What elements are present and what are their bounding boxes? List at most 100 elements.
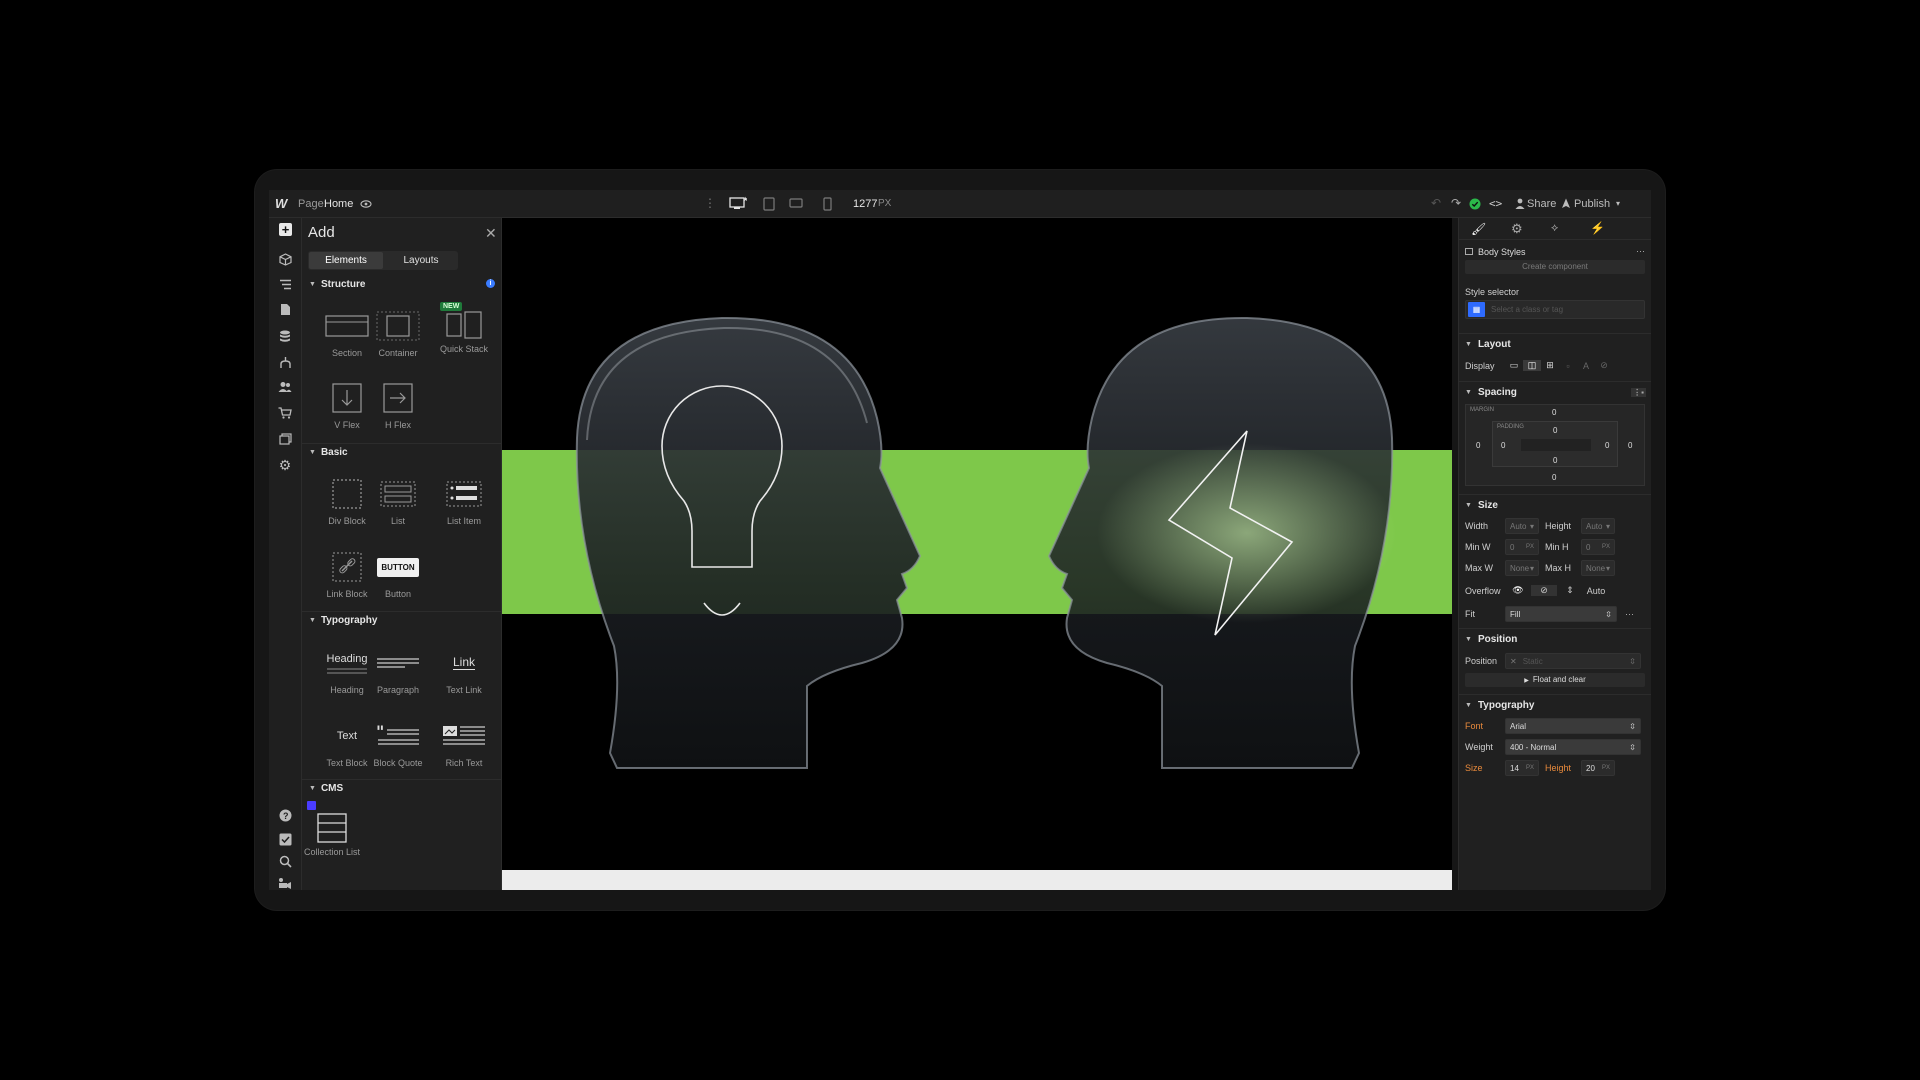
font-size-input[interactable]: 14 PX xyxy=(1505,760,1539,776)
tablet-breakpoint-icon[interactable] xyxy=(763,197,775,211)
size-section-header[interactable]: ▼ Size xyxy=(1459,494,1651,516)
quick-stack-element[interactable]: NEW Quick Stack xyxy=(434,302,494,354)
h-flex-element[interactable]: H Flex xyxy=(368,380,428,430)
list-item-element[interactable]: List Item xyxy=(434,476,494,526)
publish-chevron-down-icon[interactable]: ▾ xyxy=(1616,199,1620,208)
max-w-input[interactable]: None ▾ xyxy=(1505,560,1539,576)
style-manager-icon[interactable]: ⟡ xyxy=(1551,222,1558,235)
max-h-input[interactable]: None ▾ xyxy=(1581,560,1615,576)
position-select[interactable]: ✕ Static ⇳ xyxy=(1505,653,1641,669)
layout-section-header[interactable]: ▼ Layout xyxy=(1459,333,1651,355)
min-h-input[interactable]: 0 PX xyxy=(1581,539,1615,555)
padding-top-value[interactable]: 0 xyxy=(1553,426,1557,435)
padding-bottom-value[interactable]: 0 xyxy=(1553,456,1557,465)
structure-section-header[interactable]: ▼ Structure i xyxy=(302,275,501,293)
cms-section-header[interactable]: ▼ CMS xyxy=(302,779,501,797)
display-inline-block-icon[interactable]: ▫ xyxy=(1559,361,1577,371)
search-icon[interactable] xyxy=(275,851,295,871)
float-and-clear-button[interactable]: ▶ Float and clear xyxy=(1465,673,1645,687)
overflow-auto-button[interactable]: Auto xyxy=(1583,586,1609,596)
text-link-element[interactable]: Link Text Link xyxy=(434,645,494,696)
close-icon[interactable]: ✕ xyxy=(485,225,497,242)
info-icon[interactable]: i xyxy=(486,279,495,288)
desktop-breakpoint-icon[interactable]: ★ xyxy=(729,196,747,210)
height-input[interactable]: Auto ▾ xyxy=(1581,518,1615,534)
style-brush-icon[interactable]: 🖌 xyxy=(1471,222,1486,236)
select-arrows-icon: ⇳ xyxy=(1629,742,1636,752)
users-icon[interactable] xyxy=(275,377,295,397)
preview-eye-icon[interactable] xyxy=(360,198,372,210)
video-tutorials-icon[interactable] xyxy=(275,873,295,893)
settings-gear-icon[interactable]: ⚙ xyxy=(1511,221,1523,237)
cms-database-icon[interactable] xyxy=(275,326,295,346)
canvas-width-value[interactable]: 1277 xyxy=(853,198,877,210)
width-input[interactable]: Auto ▾ xyxy=(1505,518,1539,534)
status-check-icon[interactable] xyxy=(1469,198,1481,210)
overflow-visible-icon[interactable]: 👁 xyxy=(1505,585,1531,596)
margin-top-value[interactable]: 0 xyxy=(1552,408,1556,417)
mobile-landscape-breakpoint-icon[interactable] xyxy=(789,198,803,208)
help-icon[interactable]: ? xyxy=(275,805,295,825)
display-inline-icon[interactable]: A xyxy=(1577,361,1595,371)
publish-rocket-icon[interactable] xyxy=(1561,198,1571,209)
typography-section-header[interactable]: ▼ Typography xyxy=(302,611,501,629)
basic-section-header[interactable]: ▼ Basic xyxy=(302,443,501,461)
tab-elements[interactable]: Elements xyxy=(309,252,383,269)
spacing-section-header[interactable]: ▼ Spacing ⋮▪ xyxy=(1459,381,1651,403)
position-section-header[interactable]: ▼ Position xyxy=(1459,628,1651,650)
button-element[interactable]: BUTTON Button xyxy=(368,549,428,599)
code-icon[interactable]: <> xyxy=(1489,197,1502,210)
weight-select[interactable]: 400 - Normal ⇳ xyxy=(1505,739,1641,755)
margin-left-value[interactable]: 0 xyxy=(1476,441,1480,450)
padding-box[interactable]: PADDING 0 0 0 0 xyxy=(1492,421,1618,467)
fit-select[interactable]: Fill ⇳ xyxy=(1505,606,1617,622)
block-quote-element[interactable]: " Block Quote xyxy=(368,718,428,768)
share-button[interactable]: Share xyxy=(1527,198,1556,210)
paragraph-element[interactable]: Paragraph xyxy=(368,645,428,695)
margin-right-value[interactable]: 0 xyxy=(1628,441,1632,450)
overflow-hidden-icon[interactable]: ⊘ xyxy=(1531,585,1557,596)
pages-icon[interactable] xyxy=(275,299,295,319)
margin-bottom-value[interactable]: 0 xyxy=(1552,473,1556,482)
display-none-icon[interactable]: ⊘ xyxy=(1595,360,1613,371)
create-component-button[interactable]: Create component xyxy=(1465,260,1645,274)
line-height-input[interactable]: 20 PX xyxy=(1581,760,1615,776)
more-menu-icon[interactable]: ⋮ xyxy=(704,197,716,209)
assets-images-icon[interactable] xyxy=(275,429,295,449)
redo-icon[interactable]: ↷ xyxy=(1451,197,1461,209)
publish-button[interactable]: Publish xyxy=(1574,198,1610,210)
body-styles-more-icon[interactable]: ⋯ xyxy=(1636,246,1645,257)
logic-flow-icon[interactable] xyxy=(275,352,295,372)
display-grid-icon[interactable]: ⊞ xyxy=(1541,360,1559,371)
tasks-checkbox-icon[interactable] xyxy=(275,829,295,849)
padding-left-value[interactable]: 0 xyxy=(1501,441,1505,450)
components-cube-icon[interactable] xyxy=(275,249,295,269)
style-selector-input[interactable]: ▦ Select a class or tag xyxy=(1465,300,1645,319)
display-block-icon[interactable]: ▭ xyxy=(1505,360,1523,371)
typography-section-header[interactable]: ▼ Typography xyxy=(1459,694,1651,716)
page-name[interactable]: Home xyxy=(324,198,353,210)
settings-gear-icon[interactable]: ⚙ xyxy=(275,455,295,475)
add-panel-plus-icon[interactable]: + xyxy=(279,223,292,236)
ecommerce-cart-icon[interactable] xyxy=(275,403,295,423)
overflow-scroll-icon[interactable]: ⇕ xyxy=(1557,585,1583,596)
undo-icon[interactable]: ↶ xyxy=(1431,197,1441,209)
font-select[interactable]: Arial ⇳ xyxy=(1505,718,1641,734)
list-element[interactable]: List xyxy=(368,476,428,526)
fit-more-icon[interactable]: ⋯ xyxy=(1625,609,1634,620)
rich-text-element[interactable]: Rich Text xyxy=(434,718,494,768)
mobile-portrait-breakpoint-icon[interactable] xyxy=(823,197,832,211)
margin-box[interactable]: MARGIN 0 0 0 0 PADDING 0 0 0 0 xyxy=(1465,404,1645,486)
display-flex-icon[interactable]: ◫ xyxy=(1523,360,1541,371)
container-element[interactable]: Container xyxy=(368,308,428,358)
interactions-bolt-icon[interactable]: ⚡ xyxy=(1590,221,1605,235)
tab-layouts[interactable]: Layouts xyxy=(384,251,458,270)
padding-right-value[interactable]: 0 xyxy=(1605,441,1609,450)
webflow-logo[interactable]: W xyxy=(275,196,287,211)
share-user-icon[interactable] xyxy=(1515,198,1525,209)
navigator-icon[interactable] xyxy=(275,274,295,294)
spacing-mode-icon[interactable]: ⋮▪ xyxy=(1631,387,1646,397)
design-canvas[interactable] xyxy=(502,218,1452,890)
min-w-input[interactable]: 0 PX xyxy=(1505,539,1539,555)
collection-list-element[interactable]: Collection List xyxy=(302,810,362,857)
